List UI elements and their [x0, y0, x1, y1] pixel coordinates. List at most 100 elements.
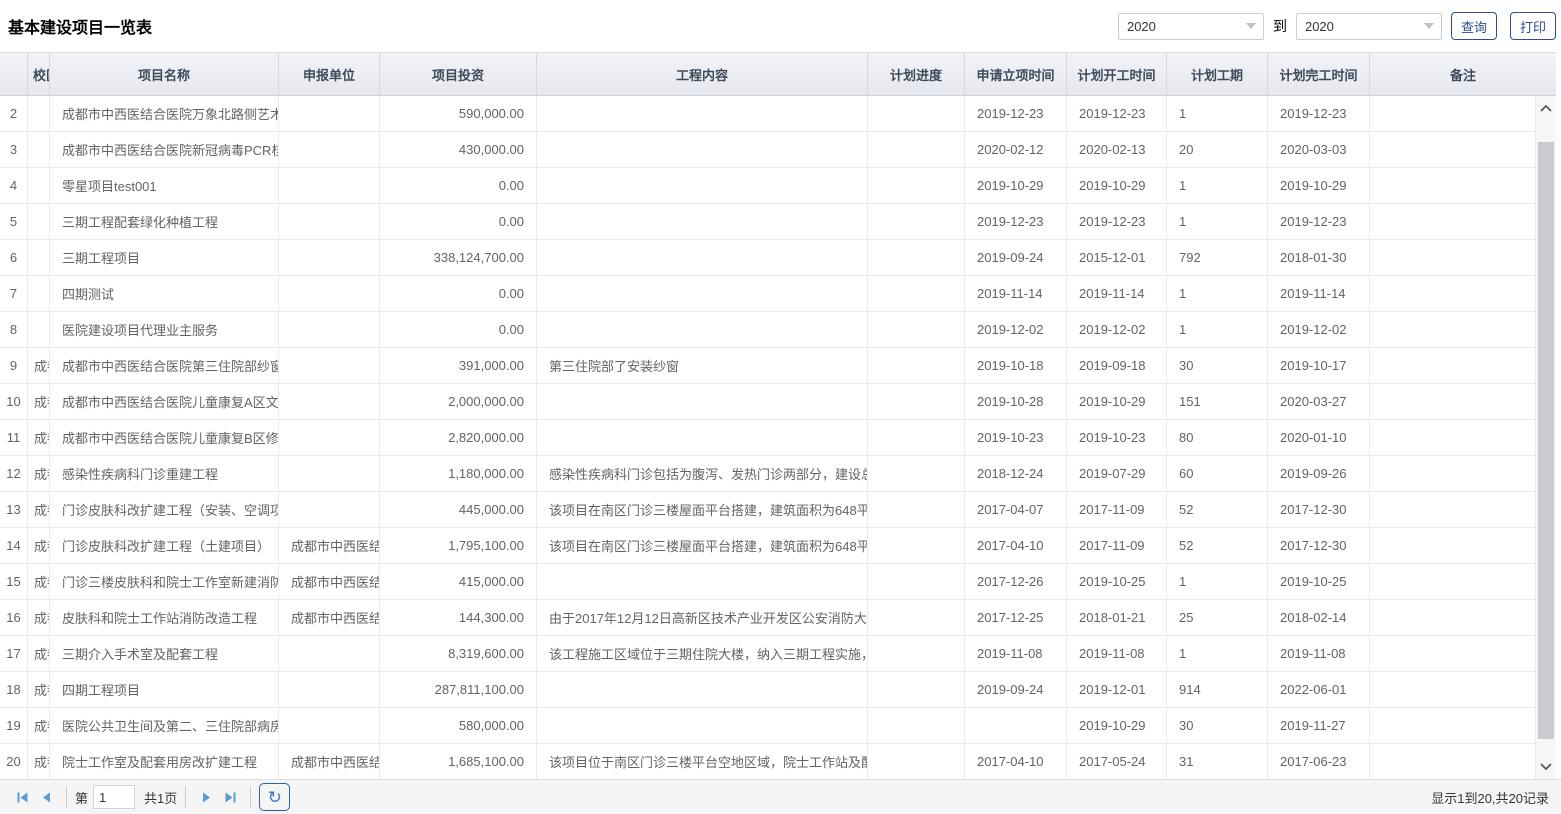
cell-investment: 415,000.00 [380, 564, 537, 599]
first-page-button[interactable] [10, 785, 34, 809]
table-row[interactable]: 18成都四期工程项目287,811,100.002019-09-242019-1… [0, 672, 1536, 708]
cell-progress [868, 96, 965, 131]
prev-page-button[interactable] [34, 785, 58, 809]
table-row[interactable]: 7四期测试0.002019-11-142019-11-1412019-11-14 [0, 276, 1536, 312]
cell-investment: 2,000,000.00 [380, 384, 537, 419]
table-row[interactable]: 10成都成都市中西医结合医院儿童康复A区文化建设2,000,000.002019… [0, 384, 1536, 420]
cell-name: 成都市中西医结合医院儿童康复B区修缮工程 [50, 420, 279, 455]
pagination-bar: 第 共1页 ↻ 显示1到20,共20记录 [0, 779, 1561, 814]
top-bar: 基本建设项目一览表 2020 到 2020 查询 打印 [0, 0, 1561, 52]
cell-name: 成都市中西医结合医院儿童康复A区文化建设 [50, 384, 279, 419]
cell-duration: 30 [1167, 708, 1268, 743]
cell-rownum: 11 [0, 420, 28, 455]
cell-start-date: 2019-09-18 [1067, 348, 1167, 383]
query-button[interactable]: 查询 [1451, 12, 1497, 40]
cell-progress [868, 420, 965, 455]
cell-finish-date: 2019-12-23 [1268, 96, 1370, 131]
cell-start-date: 2019-10-29 [1067, 708, 1167, 743]
table-row[interactable]: 5三期工程配套绿化种植工程0.002019-12-232019-12-23120… [0, 204, 1536, 240]
page-number-input[interactable] [93, 785, 135, 809]
cell-apply-date: 2019-10-23 [965, 420, 1067, 455]
table-row[interactable]: 20成都院士工作室及配套用房改扩建工程成都市中西医结合医院1,685,100.0… [0, 744, 1536, 779]
cell-unit [279, 348, 380, 383]
table-row[interactable]: 6三期工程项目338,124,700.002019-09-242015-12-0… [0, 240, 1536, 276]
next-page-button[interactable] [194, 785, 218, 809]
table-row[interactable]: 9成都成都市中西医结合医院第三住院部纱窗安装391,000.00第三住院部了安装… [0, 348, 1536, 384]
scrollbar-thumb[interactable] [1538, 142, 1554, 739]
cell-unit: 成都市中西医结合医院 [279, 564, 380, 599]
cell-investment: 590,000.00 [380, 96, 537, 131]
cell-rownum: 8 [0, 312, 28, 347]
cell-remark [1370, 312, 1536, 347]
cell-campus [28, 240, 50, 275]
year-from-select[interactable]: 2020 [1118, 13, 1264, 40]
cell-duration: 31 [1167, 744, 1268, 779]
cell-remark [1370, 564, 1536, 599]
cell-progress [868, 636, 965, 671]
scroll-up-icon[interactable] [1536, 98, 1556, 118]
cell-content: 感染性疾病科门诊包括为腹泻、发热门诊两部分，建设总面积 [537, 456, 868, 491]
cell-investment: 8,319,600.00 [380, 636, 537, 671]
cell-progress [868, 132, 965, 167]
print-button[interactable]: 打印 [1510, 12, 1556, 40]
cell-unit [279, 168, 380, 203]
scroll-down-icon[interactable] [1536, 757, 1556, 777]
cell-apply-date: 2019-12-02 [965, 312, 1067, 347]
table-row[interactable]: 12成都感染性疾病科门诊重建工程1,180,000.00感染性疾病科门诊包括为腹… [0, 456, 1536, 492]
cell-name: 门诊皮肤科改扩建工程（安装、空调项目） [50, 492, 279, 527]
cell-duration: 1 [1167, 276, 1268, 311]
cell-name: 门诊皮肤科改扩建工程（土建项目） [50, 528, 279, 563]
table-row[interactable]: 13成都门诊皮肤科改扩建工程（安装、空调项目）445,000.00该项目在南区门… [0, 492, 1536, 528]
table-row[interactable]: 16成都皮肤科和院士工作站消防改造工程成都市中西医结合医院144,300.00由… [0, 600, 1536, 636]
table-row[interactable]: 19成都医院公共卫生间及第二、三住院部病房工程580,000.002019-10… [0, 708, 1536, 744]
table-row[interactable]: 15成都门诊三楼皮肤科和院士工作室新建消防喷淋成都市中西医结合医院415,000… [0, 564, 1536, 600]
page-title: 基本建设项目一览表 [8, 14, 152, 38]
table-row[interactable]: 11成都成都市中西医结合医院儿童康复B区修缮工程2,820,000.002019… [0, 420, 1536, 456]
cell-progress [868, 204, 965, 239]
table-row[interactable]: 8医院建设项目代理业主服务0.002019-12-022019-12-02120… [0, 312, 1536, 348]
cell-apply-date: 2019-10-28 [965, 384, 1067, 419]
cell-finish-date: 2019-10-25 [1268, 564, 1370, 599]
chevron-down-icon [1424, 23, 1434, 29]
cell-rownum: 2 [0, 96, 28, 131]
table-row[interactable]: 4零星项目test0010.002019-10-292019-10-291201… [0, 168, 1536, 204]
cell-rownum: 19 [0, 708, 28, 743]
cell-apply-date: 2019-10-29 [965, 168, 1067, 203]
cell-investment: 391,000.00 [380, 348, 537, 383]
cell-campus: 成都 [28, 708, 50, 743]
cell-duration: 1 [1167, 564, 1268, 599]
cell-finish-date: 2017-12-30 [1268, 528, 1370, 563]
cell-rownum: 3 [0, 132, 28, 167]
record-summary: 显示1到20,共20记录 [1431, 791, 1549, 806]
table-body-rows: 2成都市中西医结合医院万象北路侧艺术造型590,000.002019-12-23… [0, 96, 1536, 779]
cell-content [537, 276, 868, 311]
table-row[interactable]: 14成都门诊皮肤科改扩建工程（土建项目）成都市中西医结合医院1,795,100.… [0, 528, 1536, 564]
cell-start-date: 2019-12-23 [1067, 96, 1167, 131]
cell-apply-date: 2019-12-23 [965, 96, 1067, 131]
cell-name: 医院建设项目代理业主服务 [50, 312, 279, 347]
cell-content [537, 204, 868, 239]
cell-apply-date: 2019-10-18 [965, 348, 1067, 383]
cell-progress [868, 528, 965, 563]
cell-progress [868, 708, 965, 743]
header-progress: 计划进度 [868, 53, 965, 95]
cell-investment: 287,811,100.00 [380, 672, 537, 707]
table-row[interactable]: 2成都市中西医结合医院万象北路侧艺术造型590,000.002019-12-23… [0, 96, 1536, 132]
table-row[interactable]: 3成都市中西医结合医院新冠病毒PCR核酸检测430,000.002020-02-… [0, 132, 1536, 168]
cell-name: 感染性疾病科门诊重建工程 [50, 456, 279, 491]
cell-content: 由于2017年12月12日高新区技术产业开发区公安消防大队对 [537, 600, 868, 635]
refresh-button[interactable]: ↻ [259, 783, 290, 811]
vertical-scrollbar[interactable] [1536, 96, 1556, 779]
table-header-row: 校区 项目名称 申报单位 项目投资 工程内容 计划进度 申请立项时间 计划开工时… [0, 52, 1556, 96]
cell-unit [279, 636, 380, 671]
table-row[interactable]: 17成都三期介入手术室及配套工程8,319,600.00该工程施工区域位于三期住… [0, 636, 1536, 672]
cell-finish-date: 2018-02-14 [1268, 600, 1370, 635]
cell-apply-date: 2017-12-26 [965, 564, 1067, 599]
year-to-select[interactable]: 2020 [1296, 13, 1442, 40]
cell-remark [1370, 384, 1536, 419]
cell-duration: 1 [1167, 96, 1268, 131]
record-summary-area: 显示1到20,共20记录 [1431, 788, 1551, 807]
cell-content [537, 312, 868, 347]
cell-campus: 成都 [28, 492, 50, 527]
last-page-button[interactable] [218, 785, 242, 809]
